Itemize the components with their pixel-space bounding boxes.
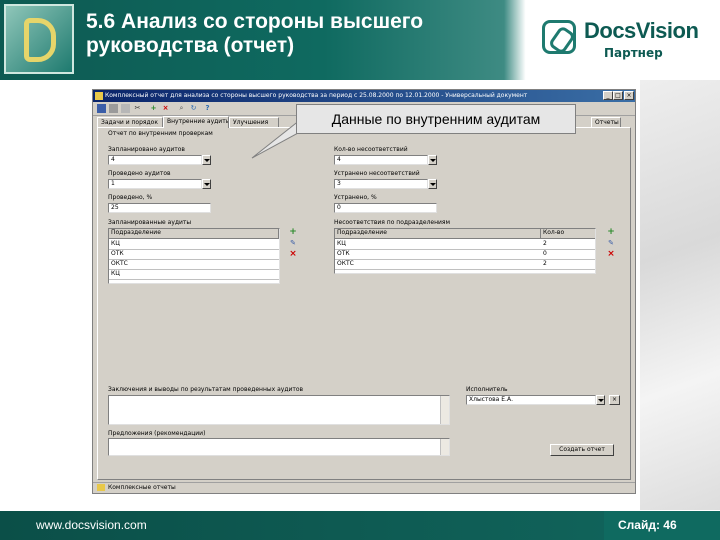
table-cell: ОТК — [111, 250, 124, 257]
status-text: Комплексные отчеты — [108, 484, 176, 491]
status-bar: Комплексные отчеты — [93, 482, 635, 493]
conclusions-textarea[interactable] — [108, 395, 450, 425]
done-label: Проведено аудитов — [108, 170, 171, 177]
section-title: Отчет по внутренним проверкам — [108, 130, 213, 137]
planned-label: Запланировано аудитов — [108, 146, 185, 153]
table-cell: КЦ — [111, 270, 120, 277]
scrollbar[interactable] — [440, 439, 449, 455]
found-dropdown[interactable] — [428, 155, 437, 165]
add-icon[interactable]: + — [149, 104, 158, 113]
table-cell: ОКТС — [337, 260, 354, 267]
slide-title: 5.6 Анализ со стороны высшего руководств… — [86, 10, 536, 58]
delete-row-icon[interactable]: × — [606, 250, 616, 260]
fixed-percent-label: Устранено, % — [334, 194, 377, 201]
logo-glyph-icon — [24, 18, 56, 62]
minimize-button[interactable]: _ — [603, 91, 613, 100]
save-icon[interactable] — [97, 104, 106, 113]
found-label: Кол-во несоответствий — [334, 146, 408, 153]
decorative-background — [640, 80, 720, 510]
suggestions-textarea[interactable] — [108, 438, 450, 456]
slide-footer: www.docsvision.com Слайд: 46 — [0, 511, 720, 540]
suggestions-label: Предложения (рекомендации) — [108, 430, 206, 437]
slide-title-line-2: руководства (отчет) — [86, 34, 295, 57]
table-header: Подразделение Кол-во — [335, 229, 595, 239]
tab-reports[interactable]: Отчеты — [591, 117, 621, 127]
brand-subtitle: Партнер — [604, 46, 663, 60]
edit-row-icon[interactable]: ✎ — [606, 239, 616, 249]
callout-box: Данные по внутренним аудитам — [296, 104, 576, 134]
planned-field[interactable]: 4 — [108, 155, 202, 165]
copy-icon[interactable] — [121, 104, 130, 113]
table-row[interactable]: КЦ — [109, 269, 279, 280]
table-cell: 2 — [543, 240, 547, 247]
delete-icon[interactable]: × — [161, 104, 170, 113]
docsvision-logo: DocsVision Партнер — [540, 14, 710, 66]
print-icon[interactable] — [109, 104, 118, 113]
percent-field[interactable]: 25 — [108, 203, 211, 213]
table-cell: КЦ — [111, 240, 120, 247]
nonconformity-table: Подразделение Кол-во КЦ 2 ОТК 0 ОКТС 2 — [334, 228, 596, 274]
done-field[interactable]: 1 — [108, 179, 202, 189]
cut-icon[interactable]: ✂ — [133, 104, 142, 113]
planned-audits-table: Подразделение КЦ ОТК ОКТС КЦ — [108, 228, 280, 284]
slide-number: Слайд: 46 — [604, 511, 720, 540]
attach-icon[interactable]: ⌕ — [177, 104, 186, 113]
tab-page: Отчет по внутренним проверкам Запланиров… — [97, 127, 631, 480]
clear-author-icon[interactable]: × — [609, 395, 620, 405]
delete-row-icon[interactable]: × — [288, 250, 298, 260]
create-report-button[interactable]: Создать отчет — [550, 444, 614, 456]
slide-title-line-1: 5.6 Анализ со стороны высшего — [86, 10, 424, 33]
nonconformity-list-label: Несоответствия по подразделениям — [334, 219, 451, 226]
add-row-icon[interactable]: + — [288, 228, 298, 238]
paperclip-icon — [542, 20, 576, 54]
author-label: Исполнитель — [466, 386, 508, 393]
column-header-department[interactable]: Подразделение — [109, 229, 279, 238]
company-logo — [4, 4, 74, 74]
done-dropdown[interactable] — [202, 179, 211, 189]
table-cell: 2 — [543, 260, 547, 267]
fixed-percent-field[interactable]: 0 — [334, 203, 437, 213]
table-cell: 0 — [543, 250, 547, 257]
help-icon[interactable]: ? — [203, 104, 212, 113]
folder-icon — [97, 484, 105, 491]
column-header-count[interactable]: Кол-во — [541, 229, 595, 238]
author-field[interactable]: Хлыстова Е.А. — [466, 395, 596, 405]
scrollbar[interactable] — [440, 396, 449, 424]
table-cell: ОТК — [337, 250, 350, 257]
report-window: Комплексный отчет для анализа со стороны… — [92, 89, 636, 494]
author-dropdown[interactable] — [596, 395, 605, 405]
table-cell: КЦ — [337, 240, 346, 247]
table-row[interactable]: ОКТС 2 — [335, 259, 595, 270]
table-header: Подразделение — [109, 229, 279, 239]
table-cell: ОКТС — [111, 260, 128, 267]
planned-dropdown[interactable] — [202, 155, 211, 165]
fixed-dropdown[interactable] — [428, 179, 437, 189]
conclusions-label: Заключения и выводы по результатам прове… — [108, 386, 304, 393]
edit-row-icon[interactable]: ✎ — [288, 239, 298, 249]
window-title: Комплексный отчет для анализа со стороны… — [105, 92, 528, 99]
close-button[interactable]: × — [624, 91, 634, 100]
add-row-icon[interactable]: + — [606, 228, 616, 238]
window-titlebar: Комплексный отчет для анализа со стороны… — [93, 90, 635, 102]
fixed-field[interactable]: 3 — [334, 179, 428, 189]
tab-tasks[interactable]: Задачи и порядок — [97, 117, 163, 127]
app-icon — [95, 92, 103, 100]
tab-internal-audits[interactable]: Внутренние аудиты — [163, 116, 229, 128]
refresh-icon[interactable]: ↻ — [189, 104, 198, 113]
found-field[interactable]: 4 — [334, 155, 428, 165]
column-header-department[interactable]: Подразделение — [335, 229, 541, 238]
brand-name: DocsVision — [584, 18, 699, 43]
planned-list-label: Запланированные аудиты — [108, 219, 192, 226]
maximize-button[interactable]: □ — [613, 91, 623, 100]
footer-url[interactable]: www.docsvision.com — [36, 518, 147, 532]
percent-label: Проведено, % — [108, 194, 153, 201]
tab-improvements[interactable]: Улучшения — [229, 117, 279, 127]
fixed-label: Устранено несоответствий — [334, 170, 420, 177]
